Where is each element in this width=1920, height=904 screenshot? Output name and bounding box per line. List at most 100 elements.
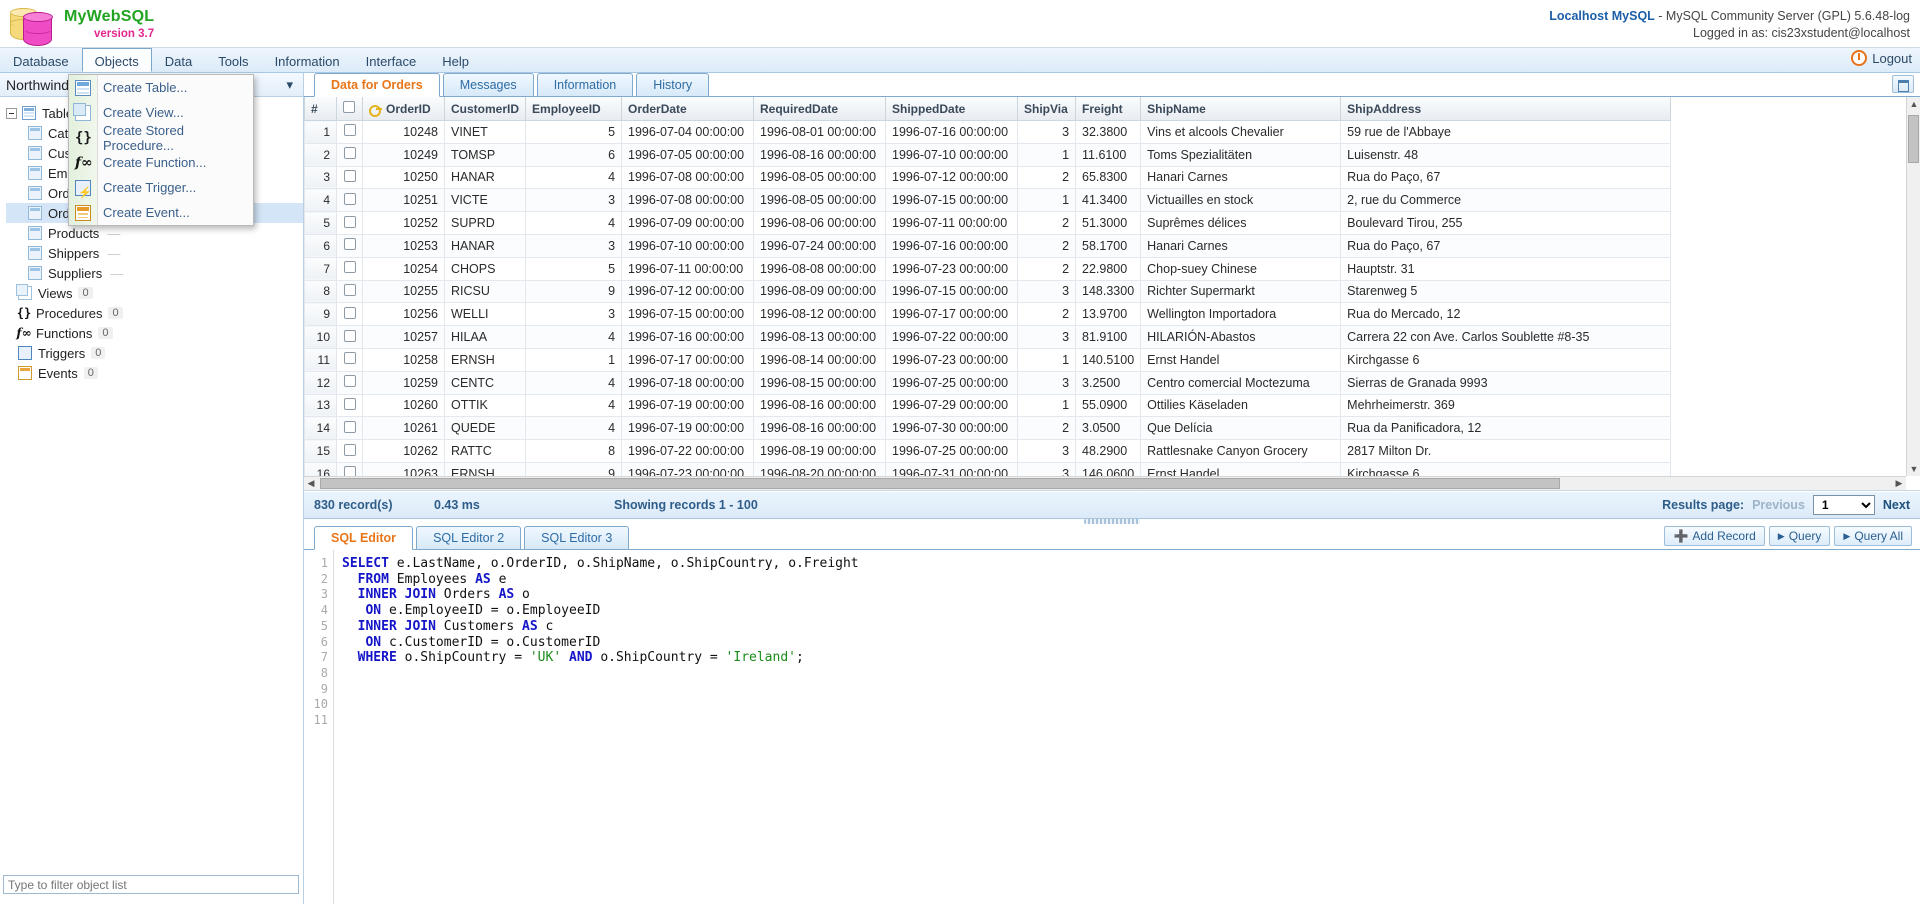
cell-shipaddress[interactable]: Kirchgasse 6 xyxy=(1340,347,1672,372)
cell-requireddate[interactable]: 1996-08-16 00:00:00 xyxy=(753,416,887,441)
table-row[interactable]: 14 10261 QUEDE 4 1996-07-19 00:00:00 1996-08-… xyxy=(304,416,1672,441)
cell-shipvia[interactable]: 3 xyxy=(1017,439,1077,463)
cell-employeeid[interactable]: 3 xyxy=(525,302,623,327)
cell-shipname[interactable]: Victuailles en stock xyxy=(1140,188,1342,213)
menu-tools[interactable]: Tools xyxy=(205,48,261,72)
cell-customerid[interactable]: VINET xyxy=(443,120,527,144)
cell-orderid[interactable]: 10255 xyxy=(362,279,445,304)
cell-freight[interactable]: 140.5100 xyxy=(1075,347,1142,372)
cell-freight[interactable]: 58.1700 xyxy=(1075,233,1142,258)
cell-requireddate[interactable]: 1996-08-14 00:00:00 xyxy=(753,347,887,372)
cell-shippeddate[interactable]: 1996-07-11 00:00:00 xyxy=(885,211,1019,235)
cell-shipvia[interactable]: 3 xyxy=(1017,325,1077,349)
col-select-all[interactable] xyxy=(336,97,363,121)
cell-shipvia[interactable]: 2 xyxy=(1017,416,1077,441)
cell-orderdate[interactable]: 1996-07-04 00:00:00 xyxy=(621,120,755,144)
row-checkbox[interactable] xyxy=(343,329,356,342)
row-checkbox[interactable] xyxy=(343,124,356,137)
cell-shipname[interactable]: Centro comercial Moctezuma xyxy=(1140,370,1342,395)
tab-history[interactable]: History xyxy=(636,73,710,96)
cell-shipaddress[interactable]: Rua da Panificadora, 12 xyxy=(1340,416,1672,441)
cell-orderdate[interactable]: 1996-07-05 00:00:00 xyxy=(621,142,755,167)
cell-shipvia[interactable]: 3 xyxy=(1017,120,1077,144)
cell-orderdate[interactable]: 1996-07-17 00:00:00 xyxy=(621,347,755,372)
cell-shipvia[interactable]: 1 xyxy=(1017,188,1077,213)
cell-shipaddress[interactable]: Carrera 22 con Ave. Carlos Soublette #8-… xyxy=(1340,325,1672,349)
cell-shipvia[interactable]: 1 xyxy=(1017,347,1077,372)
cell-customerid[interactable]: RATTC xyxy=(443,439,527,463)
col-shippeddate[interactable]: ShippedDate xyxy=(885,97,1019,121)
cell-employeeid[interactable]: 4 xyxy=(525,211,623,235)
cell-shippeddate[interactable]: 1996-07-10 00:00:00 xyxy=(885,142,1019,167)
cell-shippeddate[interactable]: 1996-07-17 00:00:00 xyxy=(885,302,1019,327)
cell-shippeddate[interactable]: 1996-07-22 00:00:00 xyxy=(885,325,1019,349)
cell-shipname[interactable]: Hanari Carnes xyxy=(1140,165,1342,190)
row-checkbox-cell[interactable] xyxy=(336,439,363,463)
menu-interface[interactable]: Interface xyxy=(353,48,430,72)
row-checkbox-cell[interactable] xyxy=(336,188,363,213)
row-checkbox[interactable] xyxy=(343,352,356,365)
cell-employeeid[interactable]: 4 xyxy=(525,416,623,441)
cell-shipname[interactable]: Vins et alcools Chevalier xyxy=(1140,120,1342,144)
cell-shipaddress[interactable]: 2, rue du Commerce xyxy=(1340,188,1672,213)
cell-orderid[interactable]: 10248 xyxy=(362,120,445,144)
cell-requireddate[interactable]: 1996-08-13 00:00:00 xyxy=(753,325,887,349)
row-checkbox-cell[interactable] xyxy=(336,211,363,235)
tab-information[interactable]: Information xyxy=(536,73,634,96)
table-row[interactable]: 1 10248 VINET 5 1996-07-04 00:00:00 1996-08-0… xyxy=(304,120,1672,144)
next-page-link[interactable]: Next xyxy=(1883,498,1910,512)
cell-requireddate[interactable]: 1996-08-01 00:00:00 xyxy=(753,120,887,144)
cell-orderdate[interactable]: 1996-07-12 00:00:00 xyxy=(621,279,755,304)
row-checkbox[interactable] xyxy=(343,215,356,228)
cell-orderid[interactable]: 10256 xyxy=(362,302,445,327)
cell-shipvia[interactable]: 3 xyxy=(1017,279,1077,304)
cell-customerid[interactable]: RICSU xyxy=(443,279,527,304)
scroll-right-icon[interactable]: ▶ xyxy=(1893,477,1905,489)
tree-node-triggers[interactable]: Triggers 0 xyxy=(6,343,303,363)
cell-shipaddress[interactable]: 2817 Milton Dr. xyxy=(1340,439,1672,463)
cell-shipaddress[interactable]: Rua do Mercado, 12 xyxy=(1340,302,1672,327)
row-checkbox[interactable] xyxy=(343,283,356,296)
row-checkbox-cell[interactable] xyxy=(336,325,363,349)
tree-item-products[interactable]: Products — xyxy=(6,223,303,243)
cell-employeeid[interactable]: 1 xyxy=(525,347,623,372)
cell-customerid[interactable]: ERNSH xyxy=(443,347,527,372)
cell-shipvia[interactable]: 1 xyxy=(1017,142,1077,167)
cell-freight[interactable]: 3.0500 xyxy=(1075,416,1142,441)
row-checkbox[interactable] xyxy=(343,306,356,319)
cell-requireddate[interactable]: 1996-08-05 00:00:00 xyxy=(753,165,887,190)
col-shipname[interactable]: ShipName xyxy=(1140,97,1342,121)
tree-node-events[interactable]: Events 0 xyxy=(6,363,303,383)
logout-button[interactable]: Logout xyxy=(1851,50,1912,66)
cell-orderdate[interactable]: 1996-07-22 00:00:00 xyxy=(621,439,755,463)
cell-orderid[interactable]: 10262 xyxy=(362,439,445,463)
cell-shippeddate[interactable]: 1996-07-30 00:00:00 xyxy=(885,416,1019,441)
tree-node-views[interactable]: Views 0 xyxy=(6,283,303,303)
cell-customerid[interactable]: TOMSP xyxy=(443,142,527,167)
add-record-button[interactable]: ➕ Add Record xyxy=(1664,526,1765,546)
col-employeeid[interactable]: EmployeeID xyxy=(525,97,623,121)
cell-freight[interactable]: 22.9800 xyxy=(1075,256,1142,281)
grid-vertical-scrollbar[interactable]: ▲ ▼ xyxy=(1906,97,1920,476)
col-freight[interactable]: Freight xyxy=(1075,97,1142,121)
cell-shipname[interactable]: Que Delícia xyxy=(1140,416,1342,441)
tab-sql-editor-2[interactable]: SQL Editor 2 xyxy=(416,526,522,549)
row-checkbox-cell[interactable] xyxy=(336,279,363,304)
table-row[interactable]: 8 10255 RICSU 9 1996-07-12 00:00:00 1996-08-0… xyxy=(304,279,1672,304)
menu-item-create-trigger[interactable]: Create Trigger... xyxy=(69,175,253,200)
cell-requireddate[interactable]: 1996-08-19 00:00:00 xyxy=(753,439,887,463)
objects-dropdown-menu[interactable]: Create Table... Create View... {} Create… xyxy=(68,74,254,226)
cell-orderdate[interactable]: 1996-07-18 00:00:00 xyxy=(621,370,755,395)
cell-customerid[interactable]: OTTIK xyxy=(443,393,527,418)
splitter-grip[interactable] xyxy=(1084,519,1140,524)
page-select[interactable]: 1 xyxy=(1812,495,1875,515)
cell-orderid[interactable]: 10261 xyxy=(362,416,445,441)
row-checkbox[interactable] xyxy=(343,147,356,160)
cell-shippeddate[interactable]: 1996-07-15 00:00:00 xyxy=(885,188,1019,213)
cell-orderdate[interactable]: 1996-07-19 00:00:00 xyxy=(621,393,755,418)
menu-data[interactable]: Data xyxy=(152,48,205,72)
cell-customerid[interactable]: CHOPS xyxy=(443,256,527,281)
cell-shipvia[interactable]: 2 xyxy=(1017,256,1077,281)
cell-shippeddate[interactable]: 1996-07-25 00:00:00 xyxy=(885,370,1019,395)
cell-shipaddress[interactable]: Mehrheimerstr. 369 xyxy=(1340,393,1672,418)
